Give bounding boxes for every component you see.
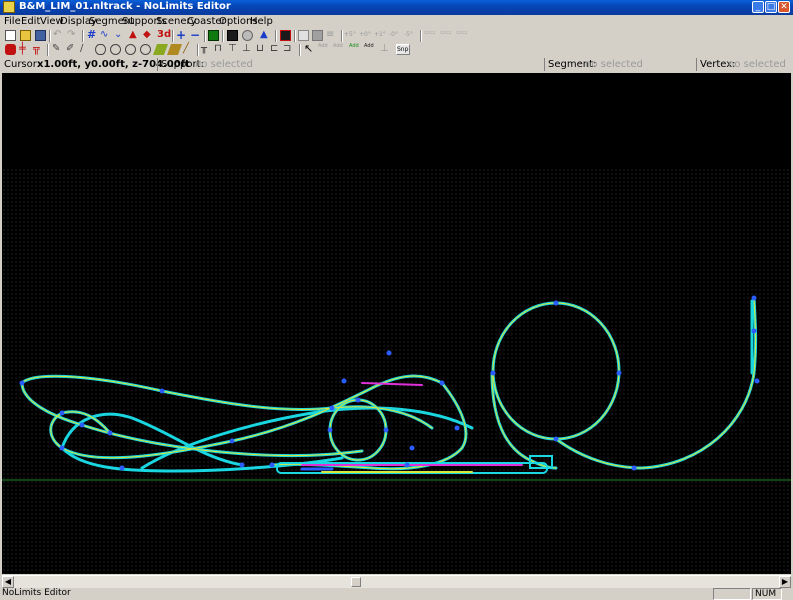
free-node-icon[interactable]: ⊥: [242, 44, 253, 55]
title-bar: B&M_LIM_01.nltrack - NoLimits Editor _ □…: [0, 0, 793, 15]
align-icon[interactable]: ≡: [326, 30, 337, 41]
app-icon: [3, 1, 15, 13]
angle-plus5-button[interactable]: +5°: [344, 30, 358, 41]
ground-node-icon[interactable]: ⊥: [380, 44, 391, 55]
double-pencil-icon[interactable]: ✐: [66, 44, 77, 55]
grid-icon[interactable]: #: [87, 29, 98, 41]
remove-icon[interactable]: −: [190, 29, 201, 41]
triangle-icon[interactable]: ▲: [260, 30, 271, 41]
menu-bar: File Edit View Display Segment Supports …: [0, 15, 793, 28]
gray-panel-icon[interactable]: [312, 30, 323, 41]
tube-icon[interactable]: [125, 44, 136, 55]
track-icon[interactable]: [5, 44, 16, 55]
oval-icon[interactable]: [95, 44, 106, 55]
twist-icon[interactable]: ▭▭: [456, 30, 470, 41]
wood-beam-icon[interactable]: [166, 44, 183, 55]
pencil-icon[interactable]: ✎: [52, 44, 63, 55]
track-editor-viewport[interactable]: [2, 73, 791, 574]
maximize-button[interactable]: □: [765, 1, 777, 13]
valley-icon[interactable]: ⌄: [114, 30, 125, 41]
status-bar: NoLimits Editor NUM: [0, 588, 793, 600]
panel-icon[interactable]: [298, 30, 309, 41]
wheel-icon[interactable]: [242, 30, 253, 41]
close-button[interactable]: ✕: [778, 1, 790, 13]
stick-icon[interactable]: ╱: [183, 44, 194, 55]
num-lock-indicator: NUM: [752, 588, 782, 600]
status-message: NoLimits Editor: [2, 588, 71, 598]
angle-minus0-button[interactable]: -0°: [389, 30, 403, 41]
menu-file[interactable]: File: [4, 16, 21, 27]
info-bar: Cursor: x1.00ft, y0.00ft, z-704.00ft Sup…: [0, 58, 793, 71]
black-box-icon[interactable]: [280, 30, 291, 41]
add-node-button-2[interactable]: Add: [333, 44, 346, 55]
segment-value: no selected: [585, 59, 643, 70]
add-node-button-1[interactable]: Add: [318, 44, 331, 55]
open-folder-icon[interactable]: [20, 30, 31, 41]
stair-icon[interactable]: ⊏: [270, 44, 281, 55]
undo-icon[interactable]: ↶: [53, 30, 64, 41]
support-icon[interactable]: ⊐: [283, 44, 294, 55]
track-section-loop-exit: [554, 296, 758, 470]
add-node-button-3[interactable]: Add: [349, 44, 362, 55]
connector-icon[interactable]: ⊤: [228, 44, 239, 55]
add-node-button-4[interactable]: Add: [364, 44, 377, 55]
toolbar-main: ↶ ↷ # ∿ ⌄ ▲ ◆ 3d + − ▲ ≡ +5° +0° +1° -0°…: [0, 29, 793, 43]
roll-icon[interactable]: ▭▭: [440, 30, 454, 41]
terrain-icon[interactable]: ▲: [129, 30, 140, 41]
cursor-label: Cursor:: [4, 59, 41, 70]
beam-icon[interactable]: [152, 44, 169, 55]
horizontal-scrollbar[interactable]: ◀ ▶: [2, 575, 791, 588]
menu-help[interactable]: Help: [250, 16, 273, 27]
menu-edit[interactable]: Edit: [21, 16, 40, 27]
track-section-loop-entry: [490, 371, 558, 470]
brush-icon[interactable]: /: [80, 44, 91, 55]
redo-icon[interactable]: ↷: [67, 30, 78, 41]
station-icon[interactable]: [208, 30, 219, 41]
scroll-left-icon[interactable]: ◀: [2, 576, 14, 588]
select-cursor-icon[interactable]: ↖: [304, 43, 315, 55]
track-loop-vertical: [491, 301, 621, 441]
signal-icon[interactable]: [227, 30, 238, 41]
vertex-value: no selected: [728, 59, 786, 70]
pipe-icon[interactable]: [140, 44, 151, 55]
angle-plus1-button[interactable]: +1°: [374, 30, 388, 41]
angle-minus5-button[interactable]: -5°: [404, 30, 418, 41]
new-file-icon[interactable]: [5, 30, 16, 41]
pillar-icon[interactable]: ╥: [201, 44, 212, 55]
angle-plus0-button[interactable]: +0°: [359, 30, 373, 41]
crossbar-icon[interactable]: ╦: [33, 43, 44, 55]
scroll-right-icon[interactable]: ▶: [779, 576, 791, 588]
catwalk-icon[interactable]: ⊔: [256, 44, 267, 55]
save-icon[interactable]: [35, 30, 46, 41]
bank-icon[interactable]: ▭▭: [424, 30, 438, 41]
footer-icon[interactable]: ⊓: [214, 44, 225, 55]
scrollbar-thumb[interactable]: [351, 577, 361, 587]
window-title: B&M_LIM_01.nltrack - NoLimits Editor: [19, 1, 231, 12]
add-icon[interactable]: +: [176, 29, 187, 41]
snap-toggle-button[interactable]: Snp: [396, 44, 410, 55]
scenery-icon[interactable]: ◆: [143, 30, 154, 41]
cylinder-icon[interactable]: [110, 44, 121, 55]
support-value: no selected: [195, 59, 253, 70]
minimize-button[interactable]: _: [752, 1, 764, 13]
wave-icon[interactable]: ∿: [100, 30, 111, 41]
track-canvas[interactable]: [2, 73, 791, 574]
3d-view-button[interactable]: 3d: [157, 30, 171, 41]
toolbar-edit: ╪ ╦ ✎ ✐ / ╱ ╥ ⊓ ⊤ ⊥ ⊔ ⊏ ⊐ ↖ Add Add Add …: [0, 43, 793, 57]
rail-icon[interactable]: ╪: [19, 43, 30, 55]
